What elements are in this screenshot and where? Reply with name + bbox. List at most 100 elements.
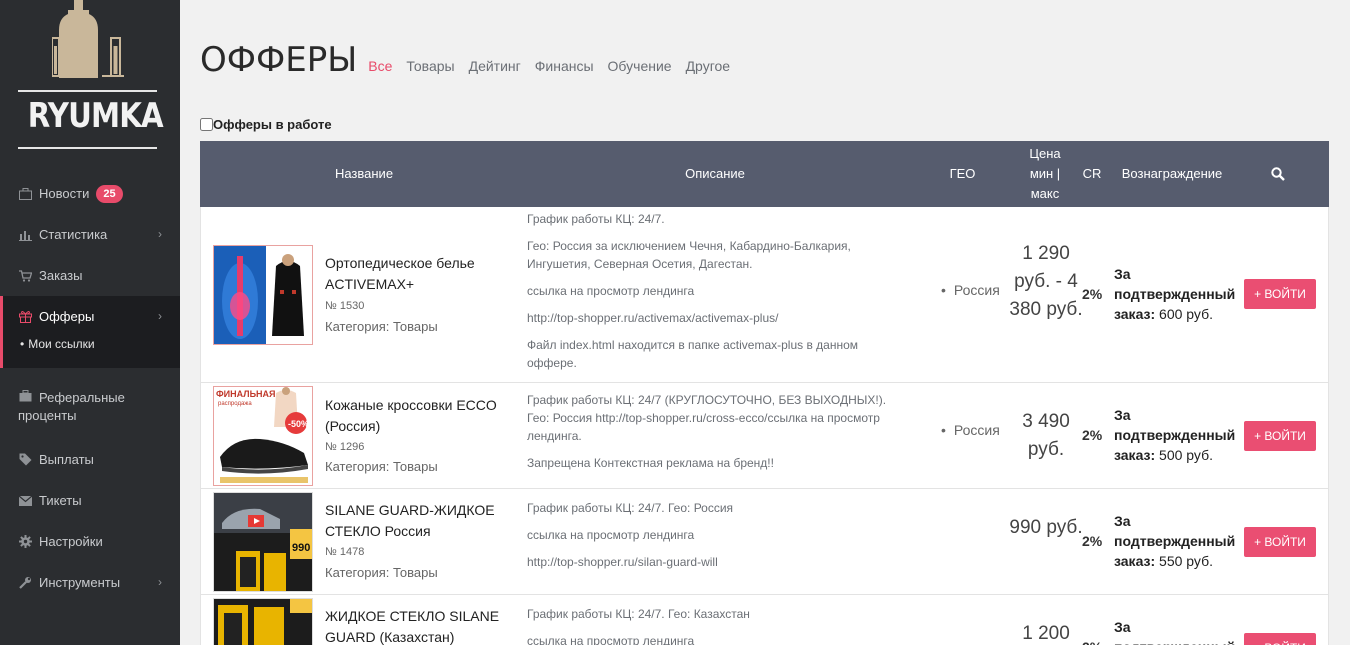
join-offer-button[interactable]: + ВОЙТИ — [1244, 279, 1316, 309]
description-line: График работы КЦ: 24/7 (КРУГЛОСУТОЧНО, Б… — [527, 393, 887, 443]
offer-category: Категория: Товары — [325, 565, 438, 580]
landing-preview-link[interactable]: ссылка на просмотр лендинга — [527, 282, 887, 300]
tab-goods[interactable]: Товары — [406, 58, 454, 74]
sidebar-item-referral[interactable]: Реферальные проценты — [0, 380, 180, 439]
description-line: Гео: Россия за исключением Чечня, Кабард… — [527, 239, 851, 271]
main-content: ОФФЕРЫ Все Товары Дейтинг Финансы Обучен… — [200, 0, 1330, 645]
table-row: ЖИДКОЕ СТЕКЛО SILANE GUARD (Казахстан) Г… — [200, 595, 1329, 645]
logo-bottom-line — [18, 147, 157, 149]
reward-value: 550 руб. — [1159, 553, 1213, 569]
sidebar-item-label: Выплаты — [39, 452, 94, 467]
offer-number: № 1296 — [325, 441, 365, 453]
offer-geo: Россия — [941, 422, 1000, 438]
landing-url-link[interactable]: http://top-shopper.ru/activemax/activema… — [527, 309, 887, 327]
gift-icon — [18, 310, 32, 324]
sidebar-item-orders[interactable]: Заказы — [0, 255, 180, 296]
bar-chart-icon — [18, 228, 32, 242]
sidebar-item-news[interactable]: Новости 25 — [0, 173, 180, 214]
sidebar-item-tickets[interactable]: Тикеты — [0, 480, 180, 521]
sidebar-item-label: Инструменты — [39, 575, 121, 590]
sidebar-item-tools[interactable]: Инструменты › — [0, 562, 180, 603]
offer-geo: Россия — [941, 282, 1000, 298]
offer-description: График работы КЦ: 24/7. Гео: Казахстан с… — [527, 605, 887, 645]
description-line: График работы КЦ: 24/7. Гео: Россия — [527, 501, 734, 515]
search-icon[interactable] — [1258, 141, 1298, 207]
sidebar-subitem-my-links[interactable]: • Мои ссылки — [3, 337, 180, 368]
table-row: Ортопедическое белье ACTIVEMAX+ № 1530 К… — [200, 207, 1329, 383]
column-header-price[interactable]: Цена мин | макс — [1016, 141, 1074, 207]
offer-category: Категория: Товары — [325, 319, 438, 334]
logo-top-line — [18, 90, 157, 92]
svg-text:ФИНАЛЬНАЯ: ФИНАЛЬНАЯ — [216, 389, 276, 399]
bullet-icon: • — [20, 337, 25, 351]
tag-icon — [18, 453, 32, 467]
column-header-cr[interactable]: CR — [1076, 141, 1108, 207]
offer-image[interactable]: 990 — [213, 492, 313, 592]
page-header: ОФФЕРЫ Все Товары Дейтинг Финансы Обучен… — [200, 40, 744, 80]
description-line: График работы КЦ: 24/7. — [527, 212, 665, 226]
sidebar-item-statistics[interactable]: Статистика › — [0, 214, 180, 255]
page-title: ОФФЕРЫ — [200, 40, 358, 80]
offer-price: 3 490 руб. — [1022, 411, 1070, 460]
landing-url-link[interactable]: http://top-shopper.ru/silan-guard-will — [527, 553, 887, 571]
sidebar-item-label: Офферы — [39, 309, 95, 324]
chevron-right-icon: › — [158, 309, 162, 323]
offer-image[interactable] — [213, 245, 313, 345]
chevron-right-icon: › — [158, 227, 162, 241]
sidebar-item-offers[interactable]: Офферы › — [3, 296, 180, 337]
sidebar-item-label: Новости — [39, 186, 90, 201]
tab-other[interactable]: Другое — [686, 58, 730, 74]
sidebar-item-label: Тикеты — [39, 493, 82, 508]
offer-name[interactable]: ЖИДКОЕ СТЕКЛО SILANE GUARD (Казахстан) — [325, 606, 517, 645]
offer-image[interactable]: ФИНАЛЬНАЯ распродажа -50% — [213, 386, 313, 486]
join-offer-button[interactable]: + ВОЙТИ — [1244, 527, 1316, 557]
offers-in-work-filter[interactable]: Офферы в работе — [200, 117, 332, 132]
tab-finance[interactable]: Финансы — [535, 58, 594, 74]
column-header-geo[interactable]: ГЕО — [935, 141, 990, 207]
offer-name[interactable]: Кожаные кроссовки ECCO (Россия) — [325, 395, 517, 437]
column-header-description[interactable]: Описание — [645, 141, 785, 207]
join-offer-button[interactable]: + ВОЙТИ — [1244, 421, 1316, 451]
landing-preview-link[interactable]: ссылка на просмотр лендинга — [527, 526, 887, 544]
offers-in-work-checkbox[interactable] — [200, 118, 213, 131]
offer-description: График работы КЦ: 24/7 (КРУГЛОСУТОЧНО, Б… — [527, 391, 887, 481]
envelope-icon — [18, 494, 32, 508]
sidebar-item-label: Мои ссылки — [28, 337, 95, 351]
landing-preview-link[interactable]: ссылка на просмотр лендинга — [527, 632, 887, 645]
reward-label: За подтвержденный заказ: — [1114, 619, 1235, 645]
wrench-icon — [18, 576, 32, 590]
tab-dating[interactable]: Дейтинг — [469, 58, 521, 74]
logo[interactable]: RYUMKA — [18, 0, 164, 152]
briefcase-icon — [18, 187, 32, 201]
offers-table: Название Описание ГЕО Цена мин | макс CR… — [200, 141, 1329, 645]
news-count-badge: 25 — [96, 184, 123, 203]
reward-value: 600 руб. — [1159, 306, 1213, 322]
offer-reward: За подтвержденный заказ: — [1114, 617, 1238, 645]
table-row: 990 SILANE GUARD-ЖИДКОЕ СТЕКЛО Россия № … — [200, 489, 1329, 595]
sidebar-item-payouts[interactable]: Выплаты — [0, 439, 180, 480]
offer-cr: 2% — [1082, 286, 1103, 302]
tab-all[interactable]: Все — [368, 58, 392, 74]
column-header-reward[interactable]: Вознаграждение — [1112, 141, 1232, 207]
offer-category: Категория: Товары — [325, 459, 438, 474]
bottles-logo-icon — [52, 0, 124, 78]
column-header-name[interactable]: Название — [294, 141, 434, 207]
offer-reward: За подтвержденный заказ: 550 руб. — [1114, 511, 1238, 571]
join-offer-button[interactable]: + ВОЙТИ — [1244, 633, 1316, 645]
briefcase-icon — [18, 389, 32, 403]
offer-reward: За подтвержденный заказ: 600 руб. — [1114, 264, 1238, 324]
logo-text: RYUMKA — [27, 96, 164, 136]
offer-name[interactable]: SILANE GUARD-ЖИДКОЕ СТЕКЛО Россия — [325, 500, 517, 542]
tab-education[interactable]: Обучение — [608, 58, 672, 74]
sidebar-item-label: Заказы — [39, 268, 83, 283]
svg-text:распродажа: распродажа — [218, 401, 252, 407]
gear-icon — [18, 535, 32, 549]
sidebar-item-settings[interactable]: Настройки — [0, 521, 180, 562]
table-header: Название Описание ГЕО Цена мин | макс CR… — [200, 141, 1329, 207]
svg-text:-50%: -50% — [288, 419, 309, 429]
offer-name[interactable]: Ортопедическое белье ACTIVEMAX+ — [325, 253, 517, 295]
offer-image[interactable] — [213, 598, 313, 645]
sidebar-item-label: Реферальные проценты — [18, 390, 125, 423]
offer-price: 990 руб. — [1009, 517, 1083, 538]
chevron-right-icon: › — [158, 575, 162, 589]
